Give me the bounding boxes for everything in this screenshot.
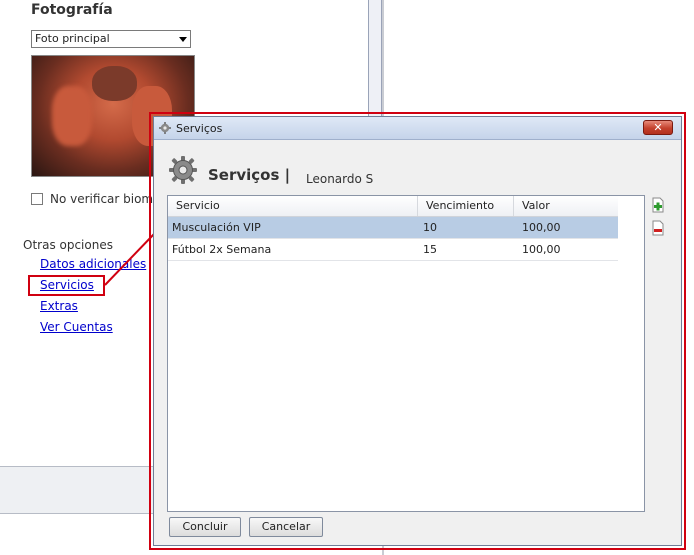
cell-valor: 100,00 <box>522 243 561 256</box>
page-title: Fotografía <box>31 2 113 18</box>
cell-valor: 100,00 <box>522 221 561 234</box>
link-datos-adicionales[interactable]: Datos adicionales <box>40 257 146 271</box>
table-row[interactable]: Fútbol 2x Semana 15 100,00 <box>168 239 618 261</box>
link-extras[interactable]: Extras <box>40 299 78 313</box>
cell-servicio: Fútbol 2x Semana <box>172 243 272 256</box>
link-ver-cuentas[interactable]: Ver Cuentas <box>40 320 113 334</box>
photo-select[interactable]: Foto principal <box>31 30 191 48</box>
gear-icon <box>169 156 197 184</box>
cell-vencimiento: 15 <box>423 243 437 256</box>
column-header-vencimiento[interactable]: Vencimiento <box>418 196 514 216</box>
dialog-title: Serviços <box>176 122 223 135</box>
chevron-down-icon <box>179 37 187 42</box>
table-header: Servicio Vencimiento Valor <box>168 196 618 217</box>
cancelar-button[interactable]: Cancelar <box>249 517 323 537</box>
services-dialog: Serviços ✕ Serviços | Leonardo S Servici… <box>153 116 682 546</box>
dialog-subject: Leonardo S <box>306 172 374 186</box>
column-header-valor[interactable]: Valor <box>514 196 618 216</box>
concluir-button[interactable]: Concluir <box>169 517 241 537</box>
gear-icon <box>159 122 171 134</box>
remove-document-icon[interactable] <box>651 220 665 236</box>
column-header-servicio[interactable]: Servicio <box>168 196 418 216</box>
table-row[interactable]: Musculación VIP 10 100,00 <box>168 217 618 239</box>
other-options-title: Otras opciones <box>23 238 113 252</box>
close-icon: ✕ <box>653 121 663 134</box>
close-button[interactable]: ✕ <box>643 120 673 135</box>
photo-select-value: Foto principal <box>35 32 110 45</box>
dialog-titlebar[interactable]: Serviços ✕ <box>154 117 681 140</box>
bio-checkbox[interactable] <box>31 193 43 205</box>
cell-vencimiento: 10 <box>423 221 437 234</box>
bio-checkbox-label: No verificar biom <box>50 192 154 206</box>
cell-servicio: Musculación VIP <box>172 221 261 234</box>
services-table: Servicio Vencimiento Valor Musculación V… <box>167 195 645 512</box>
dialog-heading: Serviços | <box>208 166 291 184</box>
add-document-icon[interactable] <box>651 197 665 213</box>
highlight-box <box>28 275 105 296</box>
